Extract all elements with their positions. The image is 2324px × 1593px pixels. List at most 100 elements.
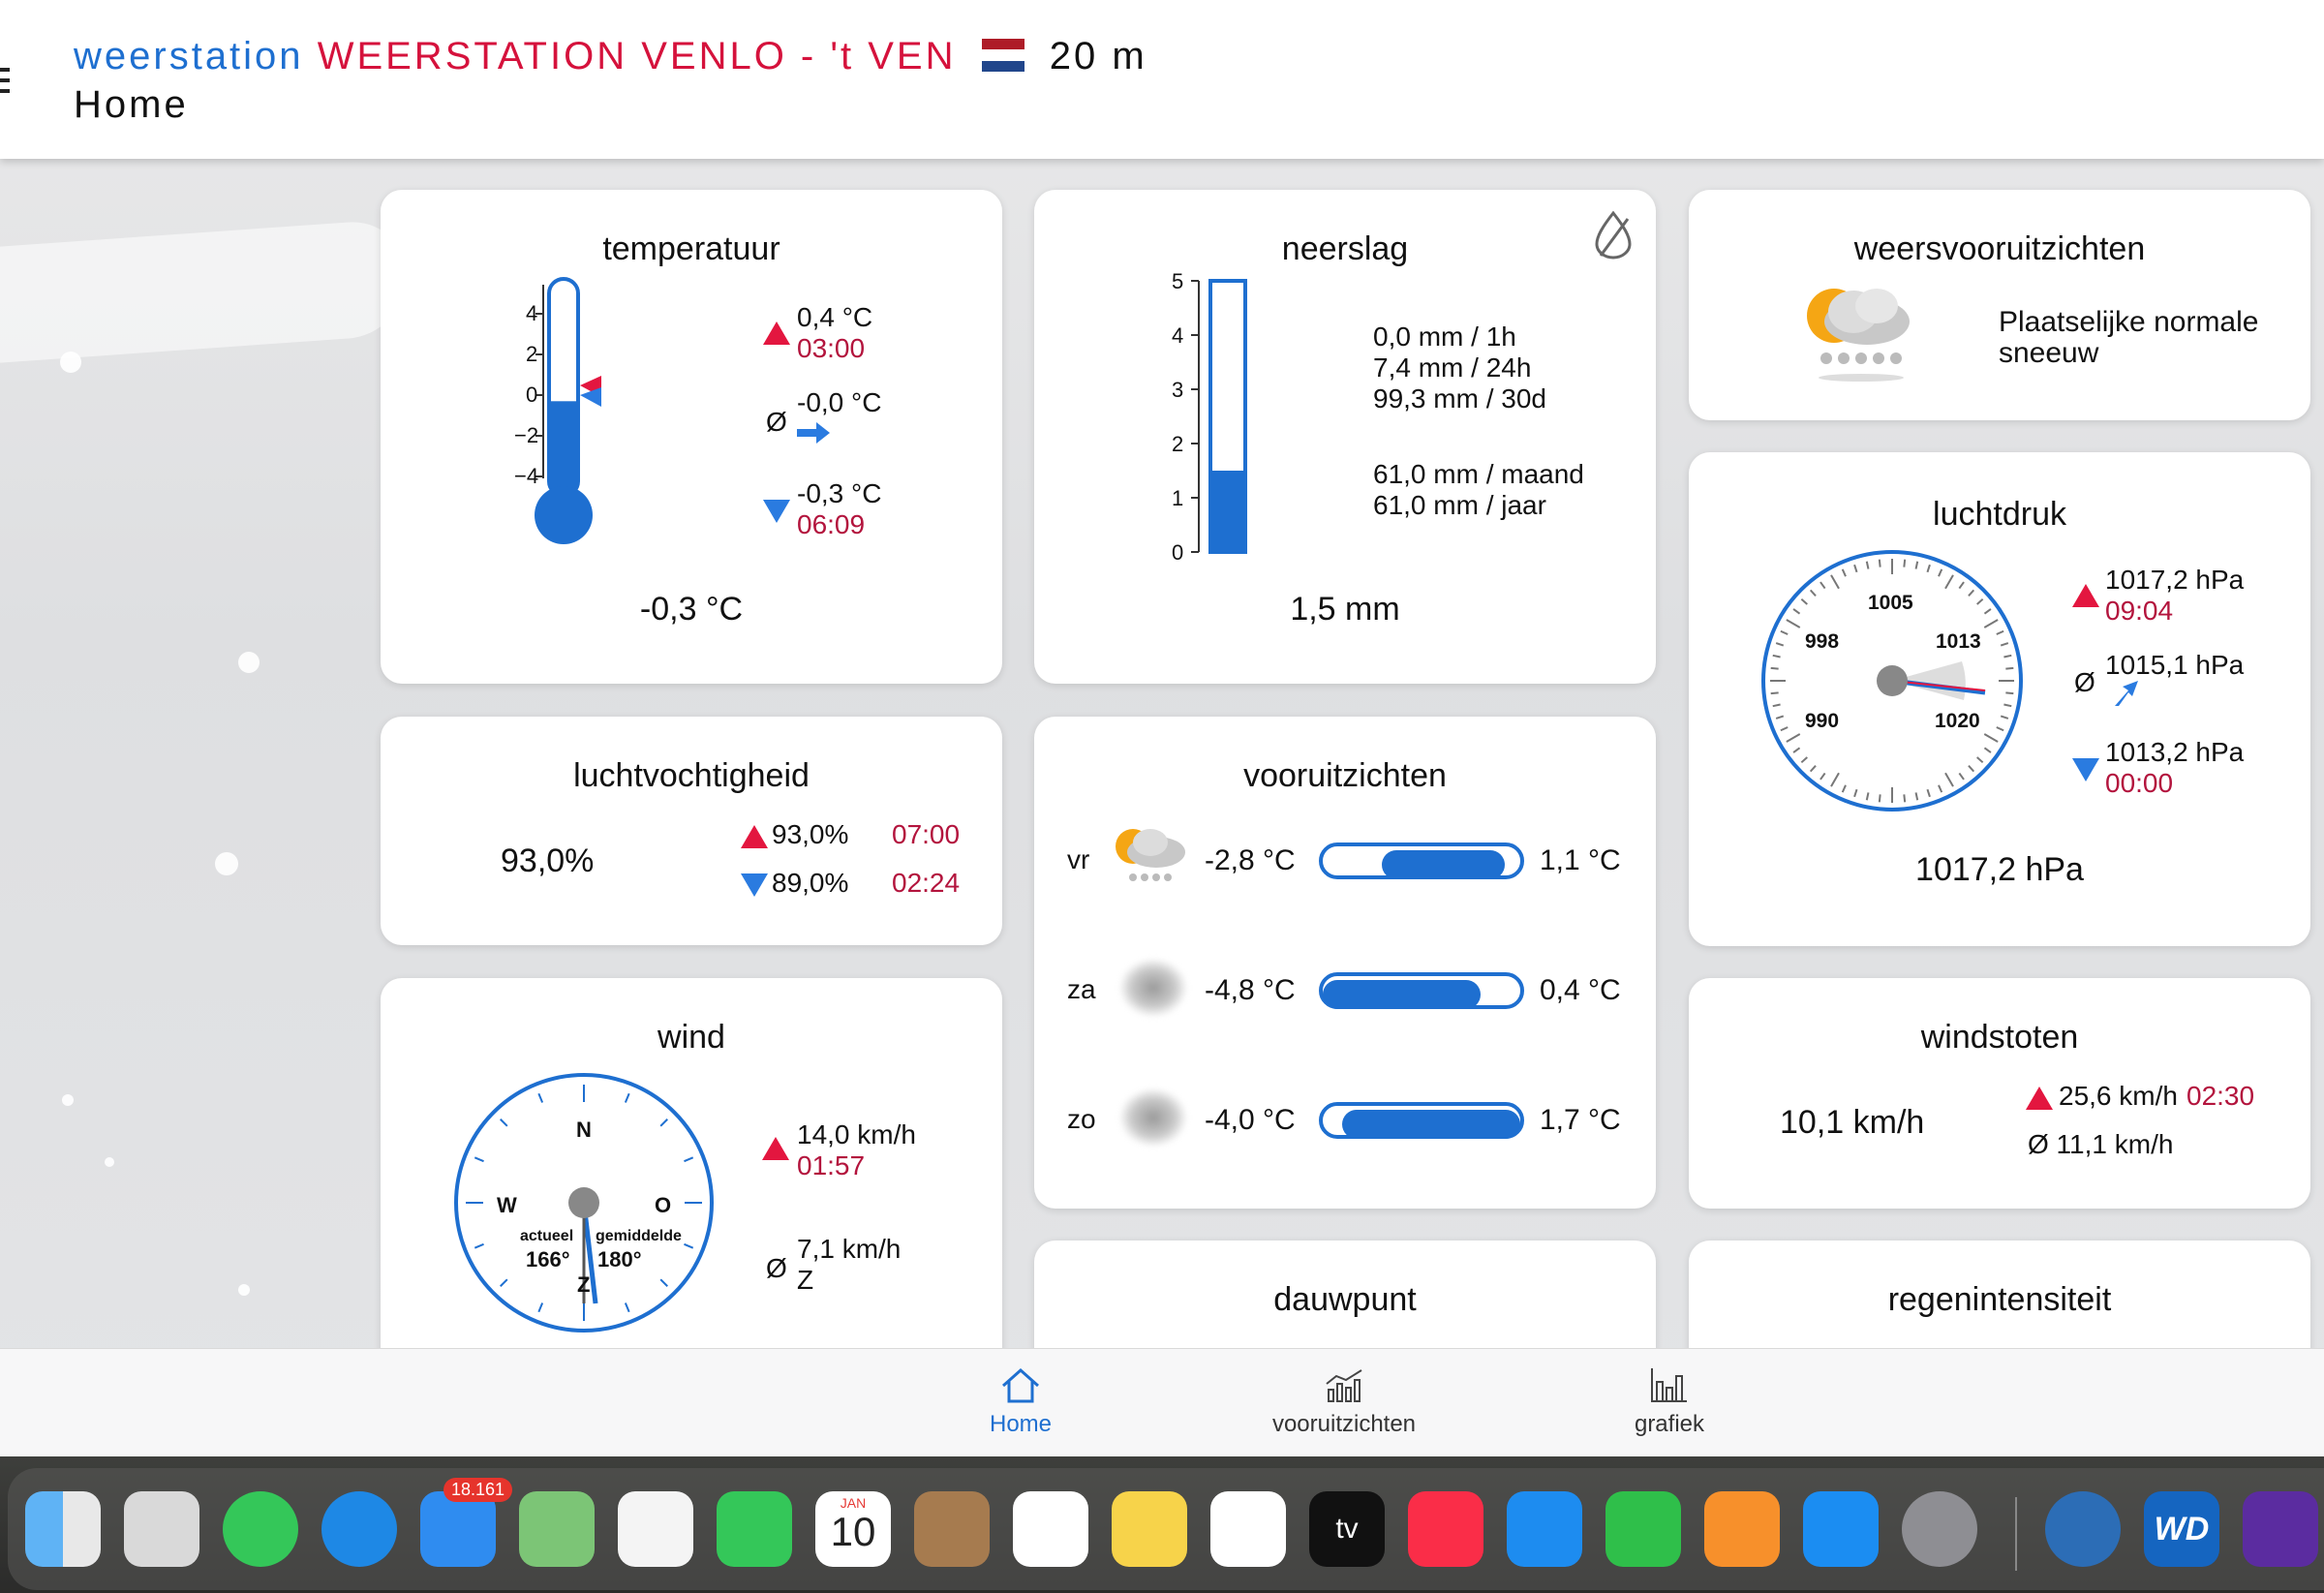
max-humidity-time: 07:00 [892,819,961,849]
precipitation-card[interactable]: neerslag 5 4 3 2 1 0 0,0 mm / 1h 7,4 mm … [1034,190,1656,684]
gusts-card[interactable]: windstoten 10,1 km/h 25,6 km/h 02:30 Ø 1… [1689,978,2310,1209]
trend-arrow-icon [2115,681,2138,706]
contacts-icon[interactable] [914,1491,990,1567]
dial-tick [1903,559,1907,567]
rain-gauge-bar [1191,279,1247,554]
forecast-text: sneeuw [1999,337,2099,369]
average-pressure: 1015,1 hPa [2105,650,2245,680]
dial-label: 1013 [1936,630,1981,653]
safari-icon[interactable] [321,1491,397,1567]
pressure-card[interactable]: luchtdruk 1005 998 1013 990 1020 1017,2 … [1689,452,2310,946]
tab-home[interactable]: Home [914,1349,1127,1457]
temperature-range-bar [1319,1102,1524,1139]
max-humidity: 93,0% [772,819,849,849]
min-pressure-time: 00:00 [2105,768,2174,798]
current-temperature: -0,3 °C [639,591,744,628]
mail-icon[interactable] [420,1491,496,1567]
tab-forecast[interactable]: vooruitzichten [1238,1349,1451,1457]
compass-west: W [497,1193,517,1217]
netherlands-flag-icon [981,39,1024,72]
min-arrow-icon [2072,758,2099,781]
outlook-high: 0,4 °C [1540,974,1621,1006]
dial-label: 1020 [1935,710,1980,732]
snow-dot [215,852,238,875]
tab-label: grafiek [1634,1411,1705,1437]
min-arrow-icon [763,500,790,523]
dial-tick [1770,691,1779,695]
messages-icon[interactable] [223,1491,298,1567]
tab-label: Home [989,1411,1053,1437]
scale-label: −4 [514,464,539,488]
scale-label: −2 [514,423,539,447]
temperature-card[interactable]: temperatuur 4 2 0 −2 −4 0,4 °C 03:00 Ø -… [381,190,1002,684]
reminders-icon[interactable] [1013,1491,1088,1567]
dial-tick [1770,666,1779,670]
forecast-summary-card[interactable]: weersvooruitzichten Plaatselijke normale… [1689,190,2310,420]
rain-gauge-icon[interactable] [1591,209,1636,260]
fog-icon [1119,1088,1187,1147]
finder-icon[interactable] [25,1491,101,1567]
keynote-icon[interactable] [1507,1491,1582,1567]
snow-dot [105,1157,114,1167]
launchpad-icon[interactable] [124,1491,199,1567]
compass-north: N [576,1118,592,1142]
min-temperature: -0,3 °C [797,478,882,508]
compass-east: O [655,1193,672,1217]
wind-card[interactable]: wind N W O Z actueel 166° gemiddelde 180… [381,978,1002,1385]
snow-dot [238,652,260,673]
min-arrow-icon [741,873,768,897]
dial-label: 1005 [1868,592,1913,614]
background-swoosh [0,218,407,363]
calendar-icon[interactable]: JAN 10 [815,1491,891,1567]
mail-badge: 18.161 [443,1478,513,1502]
system-settings-icon[interactable] [1902,1491,1977,1567]
app-header: weerstation WEERSTATION VENLO - 't VEN 2… [0,0,2324,159]
photos-icon[interactable] [618,1491,693,1567]
outlook-high: 1,1 °C [1540,844,1621,876]
tv-label: tv [1335,1513,1359,1545]
maps-icon[interactable] [519,1491,595,1567]
average-gust: Ø 11,1 km/h [2028,1129,2174,1159]
outlook-day: zo [1067,1104,1096,1134]
rain-24h: 7,4 mm / 24h [1373,352,1532,383]
tab-label: vooruitzichten [1271,1411,1417,1437]
temperature-range-bar [1319,972,1524,1009]
notes-icon[interactable] [1112,1491,1187,1567]
max-arrow-icon [2026,1087,2053,1110]
wd-icon[interactable]: WD [2144,1491,2219,1567]
scale-label: 3 [1172,378,1184,402]
actual-direction: 166° [526,1247,570,1271]
scale-label: 2 [526,342,538,366]
menu-icon[interactable] [0,68,10,100]
current-precipitation: 1,5 mm [1290,591,1400,628]
outlook-card[interactable]: vooruitzichten vr -2,8 °C 1,1 °C za -4,8… [1034,717,1656,1209]
card-title: luchtvochtigheid [573,757,810,794]
forecast-chart-icon [1326,1369,1362,1402]
max-arrow-icon [762,1137,789,1160]
freeform-icon[interactable] [1210,1491,1286,1567]
actual-label: actueel [520,1228,574,1244]
app-store-icon[interactable] [1803,1491,1879,1567]
scale-label: 0 [1172,540,1184,565]
humidity-card[interactable]: luchtvochtigheid 93,0% 93,0% 07:00 89,0%… [381,717,1002,945]
quicktime-icon[interactable] [2045,1491,2121,1567]
outlook-low: -4,8 °C [1205,974,1296,1006]
dial-tick [1878,794,1881,803]
dial-tick [2005,691,2014,695]
max-arrow-icon [741,825,768,848]
outlook-day: vr [1067,844,1090,874]
apple-tv-icon[interactable]: tv [1309,1491,1385,1567]
numbers-icon[interactable] [1605,1491,1681,1567]
max-gust-time: 02:30 [2186,1081,2255,1111]
outlook-high: 1,7 °C [1540,1104,1621,1136]
average-symbol: Ø [766,407,787,437]
tab-graph[interactable]: grafiek [1563,1349,1776,1457]
imovie-icon[interactable] [2243,1491,2318,1567]
current-humidity: 93,0% [501,842,595,879]
facetime-icon[interactable] [717,1491,792,1567]
snow-dot [62,1094,74,1106]
pages-icon[interactable] [1704,1491,1780,1567]
outlook-low: -4,0 °C [1205,1104,1296,1136]
trend-arrow-icon [797,422,830,444]
music-icon[interactable] [1408,1491,1483,1567]
